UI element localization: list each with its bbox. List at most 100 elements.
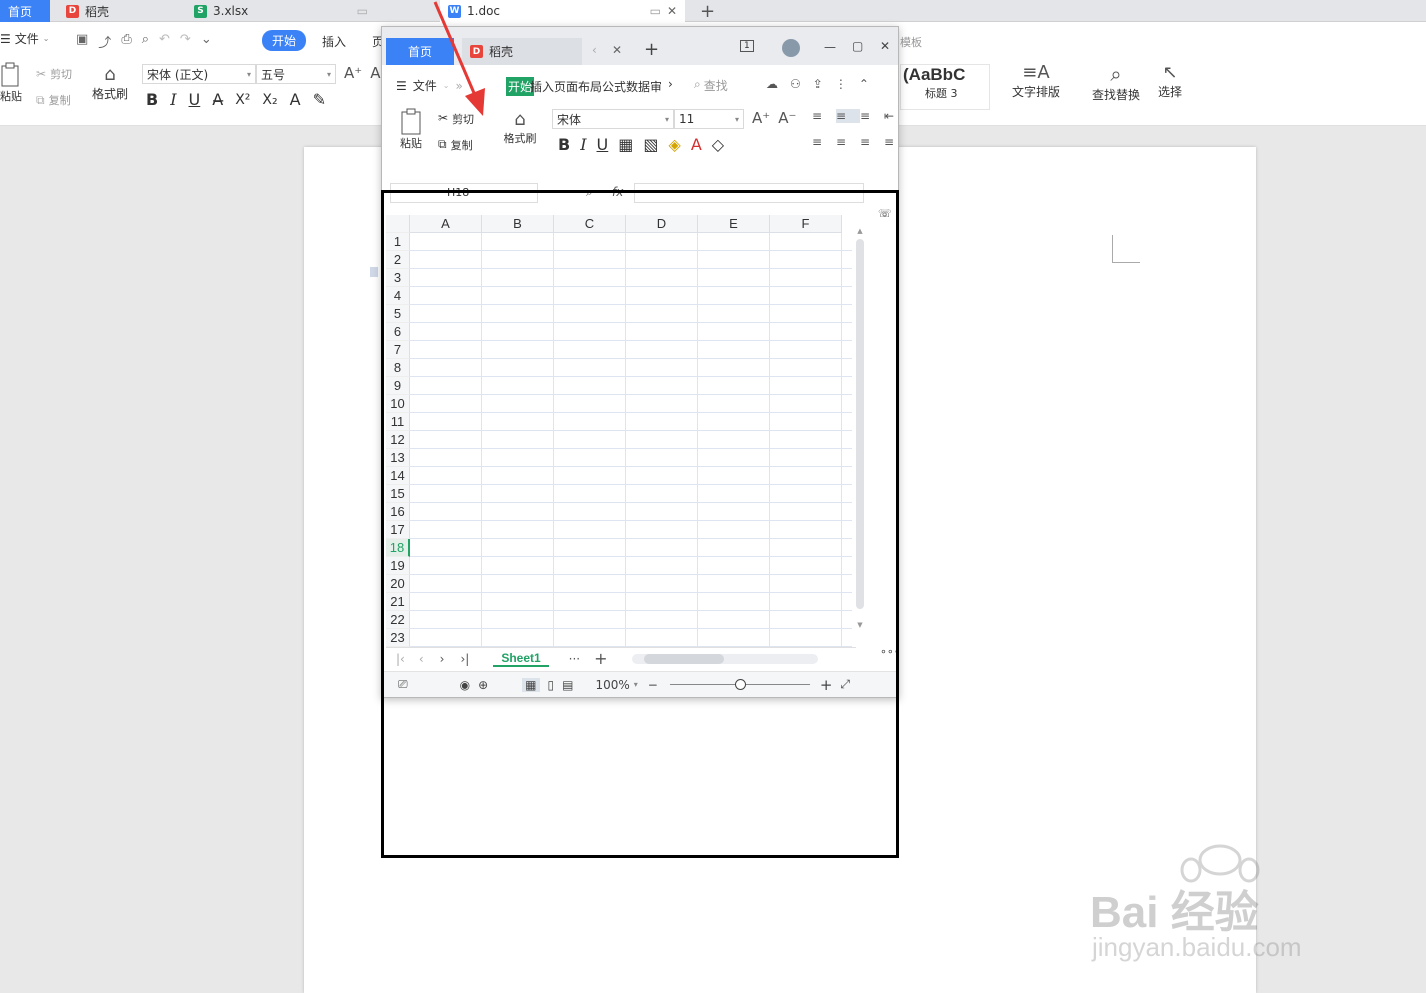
row-header-16[interactable]: 16 <box>386 503 410 521</box>
x-copy-button[interactable]: ⧉ 复制 <box>438 137 473 153</box>
row-header-13[interactable]: 13 <box>386 449 410 467</box>
scroll-down-icon[interactable]: ▼ <box>854 621 866 629</box>
table-row[interactable] <box>410 557 852 575</box>
align-right-icon[interactable]: ≡ <box>860 135 884 149</box>
side-panel-icon[interactable]: ☏ <box>878 207 892 220</box>
print-icon[interactable]: ⎙ <box>121 32 131 51</box>
column-header-A[interactable]: A <box>410 215 482 233</box>
x-other-tabs[interactable]: 插入页面布局公式数据审 <box>530 78 662 95</box>
font-color-icon[interactable]: A <box>691 135 702 154</box>
zoom-level[interactable]: 100% <box>595 678 629 692</box>
text-layout-button[interactable]: ≡A 文字排版 <box>1004 62 1068 100</box>
font-size-select[interactable]: 五号 ▾ <box>256 64 336 84</box>
text-effect-icon[interactable]: A <box>290 90 301 109</box>
column-header-D[interactable]: D <box>626 215 698 233</box>
column-header-C[interactable]: C <box>554 215 626 233</box>
italic-icon[interactable]: I <box>580 135 586 154</box>
zoom-slider[interactable] <box>669 679 810 690</box>
redo-icon[interactable]: ↷ <box>180 32 191 51</box>
close-icon[interactable]: ✕ <box>612 43 622 57</box>
first-sheet-icon[interactable]: |‹ <box>396 652 405 666</box>
normal-view-icon[interactable]: ▦ <box>522 677 540 692</box>
fill-color-icon[interactable]: ◈ <box>669 135 681 154</box>
style-gallery[interactable]: (AaBbC 标题 3 <box>900 64 990 110</box>
maximize-icon[interactable]: ▢ <box>852 39 863 53</box>
share-user-icon[interactable]: ⚇ <box>790 77 801 91</box>
table-row[interactable] <box>410 269 852 287</box>
strikethrough-icon[interactable]: A̶ <box>212 90 223 109</box>
increase-font-icon[interactable]: A⁺ <box>752 109 770 127</box>
row-header-14[interactable]: 14 <box>386 467 410 485</box>
bold-icon[interactable]: B <box>558 135 570 154</box>
copy-button[interactable]: ⧉ 复制 <box>36 92 71 108</box>
name-box[interactable]: H18 <box>390 183 538 203</box>
table-row[interactable] <box>410 503 852 521</box>
row-header-15[interactable]: 15 <box>386 485 410 503</box>
customize-icon[interactable]: ⌄ <box>201 32 212 51</box>
table-row[interactable] <box>410 467 852 485</box>
zoom-slider-handle[interactable] <box>734 679 746 690</box>
align-center-icon[interactable]: ≡ <box>836 135 860 149</box>
row-header-1[interactable]: 1 <box>386 233 410 251</box>
row-header-19[interactable]: 19 <box>386 557 410 575</box>
tab-docer[interactable]: D 稻壳 <box>58 0 178 22</box>
chevron-right-icon[interactable]: › <box>668 77 673 91</box>
page-break-view-icon[interactable]: ▤ <box>562 678 573 692</box>
decrease-font-icon[interactable]: A⁻ <box>778 109 796 127</box>
export-icon[interactable]: ⤴ <box>98 32 111 51</box>
row-header-23[interactable]: 23 <box>386 629 410 647</box>
last-sheet-icon[interactable]: ›| <box>460 652 469 666</box>
vertical-scrollbar[interactable]: ▲ ▼ <box>854 227 866 647</box>
fullscreen-icon[interactable]: ⤢ <box>840 677 850 692</box>
fx-icon[interactable]: fx <box>612 185 623 199</box>
row-header-22[interactable]: 22 <box>386 611 410 629</box>
close-icon[interactable]: ✕ <box>667 4 677 18</box>
zoom-in-icon[interactable]: + <box>820 676 833 694</box>
zoom-out-icon[interactable]: − <box>648 678 658 692</box>
cell-style-icon[interactable]: ▧ <box>643 135 658 154</box>
align-middle-icon[interactable]: ≡ <box>836 109 860 123</box>
row-header-6[interactable]: 6 <box>386 323 410 341</box>
more-options-icon[interactable]: ∘∘∘ <box>880 645 901 658</box>
table-row[interactable] <box>410 611 852 629</box>
table-row[interactable] <box>410 395 852 413</box>
increase-font-icon[interactable]: A⁺ <box>344 64 362 82</box>
bold-icon[interactable]: B <box>146 90 158 109</box>
row-header-11[interactable]: 11 <box>386 413 410 431</box>
x-search[interactable]: ⌕ 查找 <box>694 77 728 94</box>
add-sheet-icon[interactable]: + <box>594 649 607 668</box>
avatar[interactable] <box>782 39 800 57</box>
prev-sheet-icon[interactable]: ‹ <box>419 652 424 666</box>
table-row[interactable] <box>410 251 852 269</box>
table-row[interactable] <box>410 233 852 251</box>
x-font-name-select[interactable]: 宋体 ▾ <box>552 109 674 129</box>
column-header-B[interactable]: B <box>482 215 554 233</box>
row-header-12[interactable]: 12 <box>386 431 410 449</box>
share-icon[interactable]: ⇪ <box>813 77 823 91</box>
decrease-font-icon[interactable]: A <box>370 64 380 82</box>
align-left-icon[interactable]: ≡ <box>812 135 836 149</box>
chevron-left-icon[interactable]: ‹ <box>592 43 597 57</box>
underline-icon[interactable]: U <box>597 135 609 154</box>
row-header-17[interactable]: 17 <box>386 521 410 539</box>
tab-insert[interactable]: 插入 <box>322 33 346 50</box>
row-header-18[interactable]: 18 <box>386 539 410 557</box>
new-tab-button[interactable]: + <box>644 39 659 60</box>
tab-start[interactable]: 开始 <box>262 30 307 51</box>
table-row[interactable] <box>410 305 852 323</box>
sheet-more-button[interactable]: ··· <box>569 652 580 666</box>
table-row[interactable] <box>410 431 852 449</box>
minimize-icon[interactable]: — <box>824 40 836 54</box>
chevron-down-icon[interactable]: ▾ <box>634 680 638 689</box>
cell-grid[interactable]: ABCDEF 1 2 3 4 5 6 7 8 9 10 11 12 13 14 15 16 17 18 19 20 21… <box>386 215 852 647</box>
row-header-4[interactable]: 4 <box>386 287 410 305</box>
eye-protection-icon[interactable]: ◉ <box>460 678 470 692</box>
tab-home[interactable]: 首页 <box>0 0 50 22</box>
format-painter-button[interactable]: ⌂ 格式刷 <box>90 64 130 102</box>
file-menu[interactable]: ☰ 文件 ⌄ <box>0 30 49 47</box>
underline-icon[interactable]: U <box>189 90 201 109</box>
table-row[interactable] <box>410 449 852 467</box>
row-header-10[interactable]: 10 <box>386 395 410 413</box>
freeze-icon[interactable]: ⊕ <box>478 678 488 692</box>
paste-button[interactable]: 粘贴 <box>0 62 28 112</box>
